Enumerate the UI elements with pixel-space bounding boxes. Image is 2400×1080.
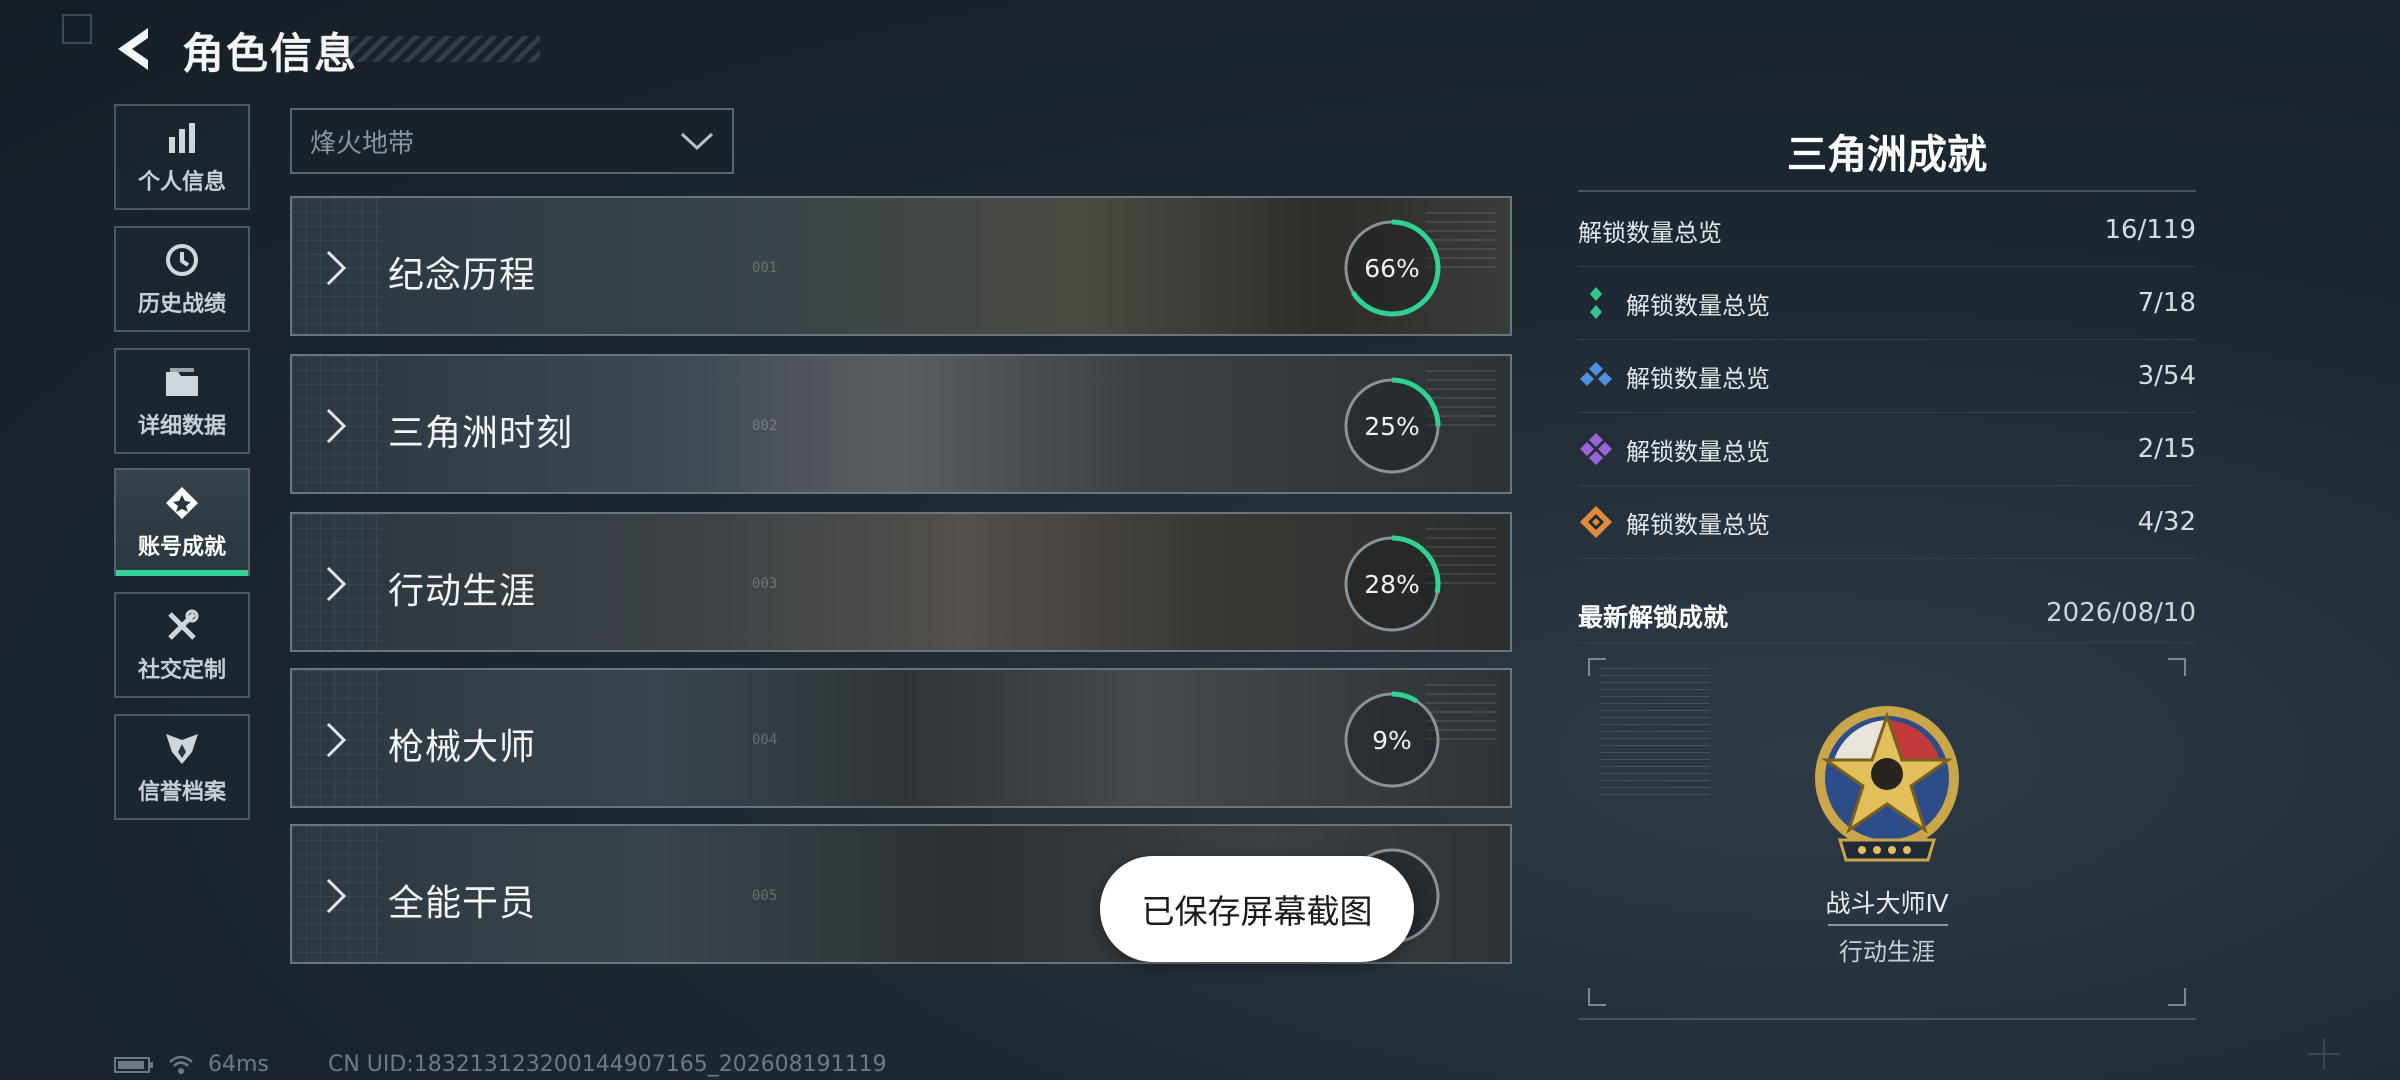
divider <box>1578 1018 2196 1020</box>
history-clock-icon <box>162 240 202 280</box>
latest-unlock-date: 2026/08/10 <box>2046 598 2196 628</box>
overview-row: 解锁数量总览 16/119 <box>1578 194 2196 266</box>
sidebar-item-social[interactable]: 社交定制 <box>114 592 250 698</box>
plus-decoration-icon <box>2308 1038 2340 1070</box>
battery-icon <box>114 1056 153 1073</box>
chevron-right-icon <box>326 878 347 914</box>
divider <box>1578 558 2196 559</box>
achievements-title: 三角洲成就 <box>1787 132 1987 178</box>
bar-chart-icon <box>162 118 202 158</box>
tier-label: 解锁数量总览 <box>1626 291 1770 320</box>
back-button[interactable] <box>112 24 158 74</box>
category-name: 纪念历程 <box>388 255 537 296</box>
ping-value: 64ms <box>208 1052 269 1077</box>
medal-deco-lines <box>1600 668 1710 798</box>
sidebar-item-profile[interactable]: 个人信息 <box>114 104 250 210</box>
folder-icon <box>162 362 202 402</box>
progress-label: 9% <box>1372 725 1412 755</box>
sidebar-item-credit[interactable]: 信誉档案 <box>114 714 250 820</box>
category-number: 001 <box>752 260 778 276</box>
category-number: 002 <box>752 418 778 434</box>
corner-decoration <box>62 14 92 44</box>
blue-gem-icon <box>1580 362 1612 386</box>
divider <box>1578 190 2196 192</box>
chevron-right-icon <box>326 722 347 758</box>
tier-value: 3/54 <box>2137 361 2196 391</box>
overview-label: 解锁数量总览 <box>1578 218 1722 247</box>
corner-bracket <box>2168 988 2186 1006</box>
tier-label: 解锁数量总览 <box>1626 364 1770 393</box>
progress-label: 28% <box>1364 569 1420 599</box>
medal-divider <box>1828 924 1948 926</box>
tier-row-blue: 解锁数量总览 3/54 <box>1578 340 2196 412</box>
tier-label: 解锁数量总览 <box>1626 437 1770 466</box>
uid-text: CN UID:18321312320014490716​5_2026081911… <box>328 1052 887 1077</box>
chevron-right-icon <box>326 250 347 286</box>
sidebar-item-label: 个人信息 <box>137 170 226 195</box>
sidebar-item-label: 历史战绩 <box>137 292 226 317</box>
category-card[interactable]: 枪械大师 004 9% <box>290 668 1512 808</box>
sidebar-item-label: 社交定制 <box>137 658 226 683</box>
sidebar-item-history[interactable]: 历史战绩 <box>114 226 250 332</box>
chevron-right-icon <box>326 408 347 444</box>
overview-value: 16/119 <box>2104 215 2196 245</box>
category-name: 行动生涯 <box>388 571 537 612</box>
active-indicator <box>116 570 248 576</box>
screenshot-saved-toast: 已保存屏幕截图 <box>1100 856 1414 962</box>
medal-name: 战斗大师Ⅳ <box>1825 889 1949 918</box>
corner-bracket <box>2168 658 2186 676</box>
sidebar-item-label: 信誉档案 <box>137 780 226 805</box>
purple-gem-icon <box>1580 433 1612 465</box>
combat-master-medal-icon <box>1815 706 1959 862</box>
category-number: 005 <box>752 888 778 904</box>
orange-gem-icon <box>1580 506 1612 538</box>
wrench-tools-icon <box>162 606 202 646</box>
tier-row-purple: 解锁数量总览 2/15 <box>1578 413 2196 485</box>
category-card[interactable]: 三角洲时刻 002 25% <box>290 354 1512 494</box>
category-card[interactable]: 纪念历程 001 66% <box>290 196 1512 336</box>
category-name: 全能干员 <box>388 883 537 924</box>
progress-label: 25% <box>1364 411 1420 441</box>
tier-value: 4/32 <box>2137 507 2196 537</box>
chevron-right-icon <box>326 566 347 602</box>
tier-value: 2/15 <box>2137 434 2196 464</box>
mode-dropdown[interactable]: 烽火地带 <box>290 108 734 174</box>
category-name: 三角洲时刻 <box>388 413 574 454</box>
mode-dropdown-value: 烽火地带 <box>310 128 415 159</box>
sidebar-item-details[interactable]: 详细数据 <box>114 348 250 454</box>
shield-emblem-icon <box>162 728 202 768</box>
status-bar: 64ms <box>114 1052 269 1077</box>
tier-row-orange: 解锁数量总览 4/32 <box>1578 486 2196 558</box>
sidebar-item-label: 详细数据 <box>137 414 226 439</box>
back-arrow-icon <box>118 28 148 70</box>
achievement-badge-icon <box>162 483 202 523</box>
progress-label: 66% <box>1364 253 1420 283</box>
medal-category: 行动生涯 <box>1839 938 1935 966</box>
tier-label: 解锁数量总览 <box>1626 510 1770 539</box>
sidebar-item-label: 账号成就 <box>137 535 226 560</box>
sidebar-item-achievements[interactable]: 账号成就 <box>114 468 250 576</box>
category-number: 003 <box>752 576 778 592</box>
green-gem-icon <box>1590 287 1602 319</box>
divider <box>1578 642 2196 643</box>
category-number: 004 <box>752 732 778 748</box>
tier-value: 7/18 <box>2137 288 2196 318</box>
category-card[interactable]: 行动生涯 003 28% <box>290 512 1512 652</box>
corner-bracket <box>1588 988 1606 1006</box>
tier-row-green: 解锁数量总览 7/18 <box>1578 267 2196 339</box>
page-title: 角色信息 <box>182 29 359 78</box>
wifi-icon <box>169 1055 193 1074</box>
chevron-down-icon <box>680 132 714 151</box>
category-name: 枪械大师 <box>388 727 537 768</box>
